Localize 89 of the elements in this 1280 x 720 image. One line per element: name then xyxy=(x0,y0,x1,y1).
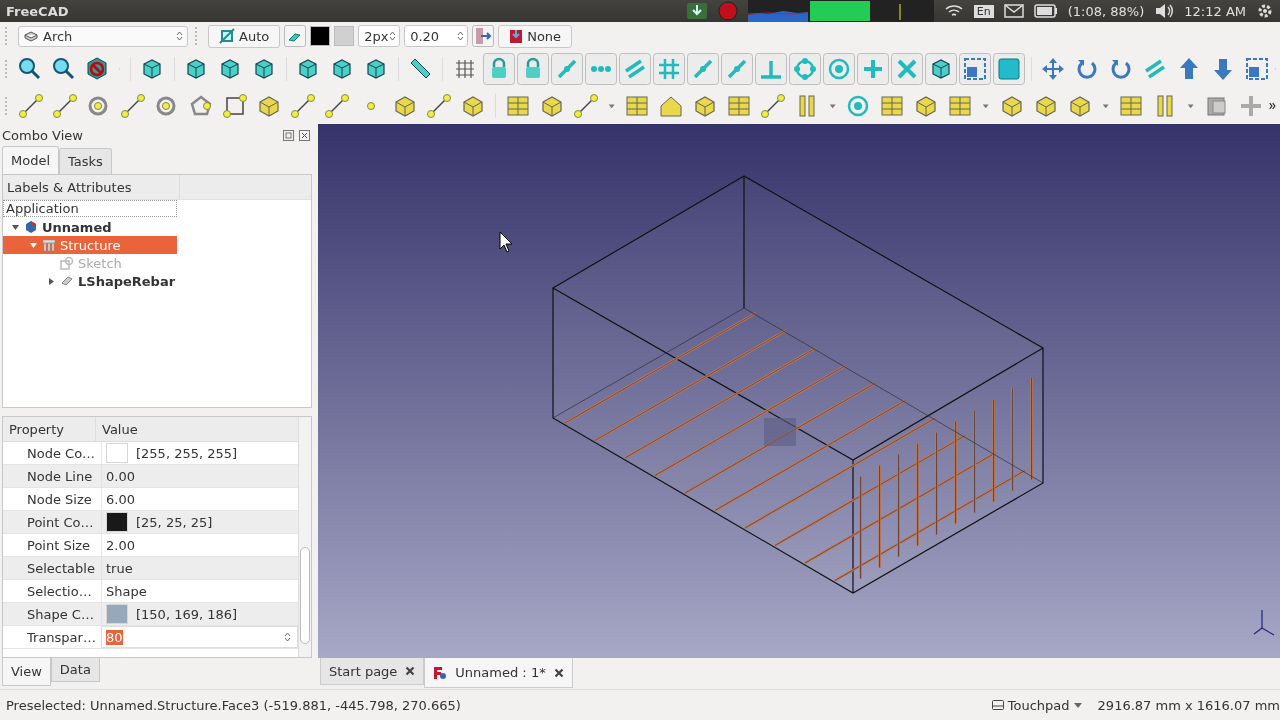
axis-icon xyxy=(1253,609,1275,636)
spin-arrows-icon[interactable] xyxy=(284,631,291,643)
property-name: Selectio… xyxy=(26,583,93,599)
property-name: Selectable xyxy=(26,560,96,576)
wifi-icon[interactable] xyxy=(943,3,964,19)
line-color-swatch[interactable] xyxy=(310,26,331,46)
navigation-style-dropdown[interactable]: Touchpad xyxy=(985,696,1088,714)
apply-style-icon[interactable] xyxy=(472,25,495,47)
font-size-spinbox[interactable]: 0.20 xyxy=(404,25,469,47)
close-icon[interactable] xyxy=(553,667,564,678)
property-value: [25, 25, 25] xyxy=(136,514,213,530)
battery-icon[interactable] xyxy=(1033,4,1058,18)
tree-root-label[interactable]: Application xyxy=(3,200,177,217)
property-name: Node Size xyxy=(26,491,93,507)
property-value: true xyxy=(106,560,133,576)
volume-icon[interactable] xyxy=(1154,3,1175,19)
document-icon xyxy=(24,220,38,234)
touchpad-icon xyxy=(991,700,1004,710)
battery-status: (1:08, 88%) xyxy=(1067,3,1145,19)
hash-icon[interactable] xyxy=(652,52,685,85)
column-header[interactable]: Value xyxy=(96,417,138,441)
mail-icon[interactable] xyxy=(1003,4,1024,18)
arch-icon xyxy=(23,30,39,42)
scrollbar[interactable] xyxy=(298,417,311,657)
target-icon[interactable] xyxy=(822,52,855,85)
folder-icon xyxy=(509,28,524,44)
view-dimensions: 2916.87 mm x 1616.07 mm xyxy=(1097,697,1280,713)
clock[interactable]: 12:12 AM xyxy=(1184,3,1246,19)
spin-arrows-icon xyxy=(176,30,183,42)
property-tab[interactable]: View xyxy=(2,658,51,686)
property-value: 0.00 xyxy=(106,468,135,484)
property-name: Transpar… xyxy=(26,629,97,645)
panel-tab[interactable]: Model xyxy=(2,146,60,174)
property-name: Point Co… xyxy=(26,514,95,530)
sketch-icon xyxy=(60,256,74,270)
property-name: Node Co… xyxy=(26,445,97,461)
spin-arrows-icon[interactable] xyxy=(389,30,397,42)
property-tab[interactable]: Data xyxy=(50,658,100,682)
close-icon[interactable] xyxy=(405,666,416,676)
property-value: Shape xyxy=(106,583,147,599)
dots-icon[interactable] xyxy=(584,52,617,85)
panel-title: Combo View xyxy=(2,127,83,143)
color-swatch[interactable] xyxy=(106,443,128,463)
color-swatch[interactable] xyxy=(106,512,128,532)
property-name: Node Line xyxy=(26,468,94,484)
property-value: 2.00 xyxy=(106,537,135,553)
document-tab[interactable]: Unnamed : 1* xyxy=(424,658,573,688)
property-value: 6.00 xyxy=(106,491,135,507)
close-icon[interactable] xyxy=(299,129,310,141)
rebar-icon xyxy=(60,274,74,288)
plane-icon xyxy=(219,28,235,44)
column-header[interactable]: Property xyxy=(3,417,96,441)
pointer-icon xyxy=(499,231,513,253)
color-swatch[interactable] xyxy=(106,604,128,624)
property-name: Shape C… xyxy=(26,606,95,622)
structure-icon xyxy=(42,238,56,252)
parallel-lines-icon[interactable] xyxy=(618,52,651,85)
auto-group-button[interactable]: None xyxy=(498,24,573,48)
record-icon[interactable] xyxy=(717,1,738,21)
construction-mode-icon[interactable] xyxy=(284,25,307,47)
system-monitor-graph[interactable] xyxy=(747,0,934,22)
lock-icon[interactable] xyxy=(516,52,549,85)
face-color-swatch[interactable] xyxy=(334,26,355,46)
tree-item[interactable]: Unnamed xyxy=(3,218,177,236)
expand-arrow-icon[interactable] xyxy=(47,276,56,286)
document-tab[interactable]: Start page xyxy=(320,658,425,685)
working-plane-button[interactable]: Auto xyxy=(208,24,281,48)
ring-icon[interactable] xyxy=(788,52,821,85)
workbench-dropdown[interactable]: Arch xyxy=(18,25,188,47)
property-name: Point Size xyxy=(26,537,92,553)
perpendicular-icon[interactable] xyxy=(754,52,787,85)
window-title: FreeCAD xyxy=(5,3,69,19)
document-icon xyxy=(433,665,448,680)
square-icon[interactable] xyxy=(992,52,1025,85)
panel-tab[interactable]: Tasks xyxy=(59,148,112,174)
status-message: Preselected: Unnamed.Structure.Face3 (-519.881, -445.798, 270.665) xyxy=(6,697,462,713)
plus-icon[interactable] xyxy=(856,52,889,85)
property-value: [150, 169, 186] xyxy=(136,606,238,622)
tree-item[interactable]: LShapeRebar xyxy=(3,272,177,290)
property-value: [255, 255, 255] xyxy=(136,445,238,461)
cube-icon[interactable] xyxy=(924,52,957,85)
spin-arrows-icon[interactable] xyxy=(457,30,465,42)
undock-icon[interactable] xyxy=(283,129,294,141)
lock-icon[interactable] xyxy=(482,52,515,85)
power-icon[interactable] xyxy=(1256,2,1274,20)
download-icon[interactable] xyxy=(685,2,708,20)
keyboard-layout[interactable]: En xyxy=(973,4,994,18)
scale-icon[interactable] xyxy=(958,52,991,85)
line-width-spinbox[interactable]: 2px xyxy=(358,25,401,47)
